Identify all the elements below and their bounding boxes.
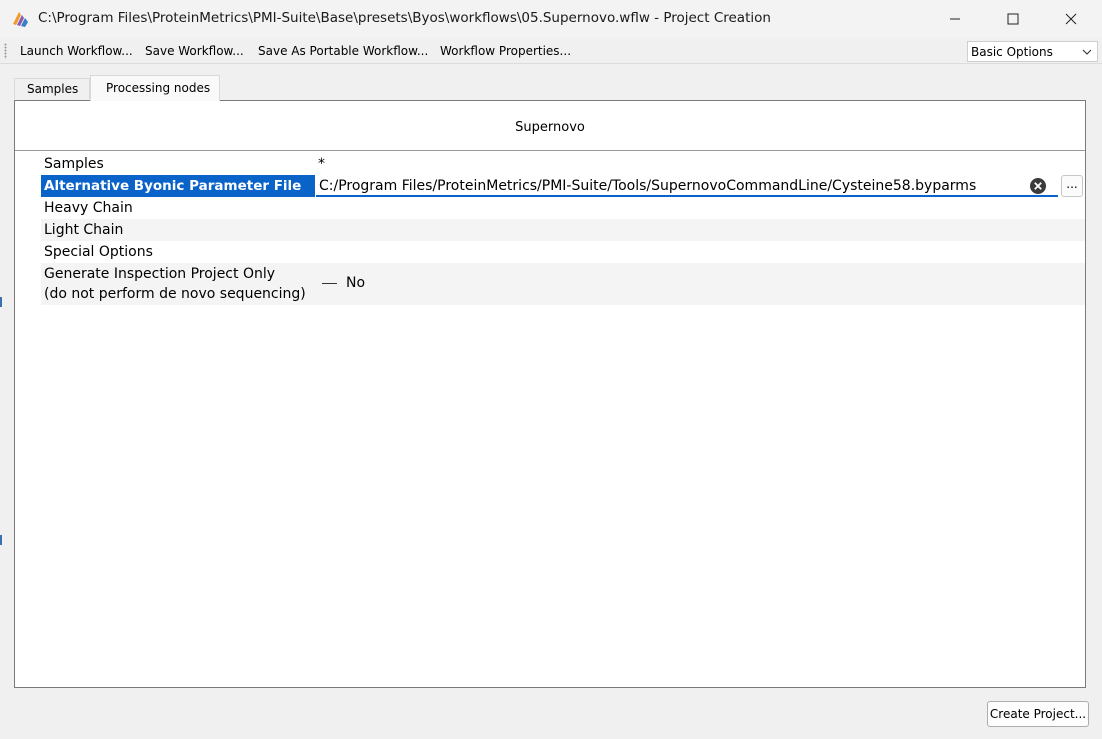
window-title: C:\Program Files\ProteinMetrics\PMI-Suit… xyxy=(38,10,771,26)
close-icon xyxy=(1065,13,1077,25)
parameter-file-input[interactable]: C:/Program Files/ProteinMetrics/PMI-Suit… xyxy=(316,175,1058,197)
tab-samples[interactable]: Samples xyxy=(14,78,90,99)
app-icon xyxy=(13,12,28,27)
property-value: * xyxy=(318,156,325,172)
edge-marker xyxy=(0,297,2,307)
property-value: No xyxy=(346,275,366,291)
toolbar-grip[interactable] xyxy=(4,43,7,59)
node-title: Supernovo xyxy=(515,120,585,135)
property-row-heavy-chain[interactable]: Heavy Chain xyxy=(41,197,1085,219)
tab-processing-nodes[interactable]: Processing nodes xyxy=(90,75,220,101)
property-label: Light Chain xyxy=(44,222,124,238)
property-label: Heavy Chain xyxy=(44,200,133,216)
property-row-inspection-only[interactable]: Generate Inspection Project Only (do not… xyxy=(41,263,1085,305)
parameter-file-path: C:/Program Files/ProteinMetrics/PMI-Suit… xyxy=(319,178,977,194)
workflow-properties-button[interactable]: Workflow Properties... xyxy=(440,44,571,58)
property-label: Special Options xyxy=(44,244,153,260)
save-workflow-button[interactable]: Save Workflow... xyxy=(145,44,244,58)
maximize-icon xyxy=(1007,13,1019,25)
property-label-line1: Generate Inspection Project Only xyxy=(44,266,276,282)
minimize-icon xyxy=(950,18,960,20)
property-row-byonic-parameter-file[interactable]: Alternative Byonic Parameter File C:/Pro… xyxy=(41,175,1085,197)
property-row-samples[interactable]: Samples * xyxy=(41,153,1085,175)
clear-icon[interactable] xyxy=(1029,177,1047,195)
chevron-down-icon xyxy=(1082,49,1092,55)
options-combo-value: Basic Options xyxy=(971,45,1053,59)
dash-icon xyxy=(322,283,337,284)
processing-nodes-panel: Supernovo Samples * Alternative Byonic P… xyxy=(14,100,1086,688)
property-row-light-chain[interactable]: Light Chain xyxy=(41,219,1085,241)
property-label: Samples xyxy=(44,156,104,172)
property-row-special-options[interactable]: Special Options xyxy=(41,241,1085,263)
title-bar: C:\Program Files\ProteinMetrics\PMI-Suit… xyxy=(0,0,1102,38)
toolbar: Launch Workflow... Save Workflow... Save… xyxy=(0,38,1102,64)
create-project-button[interactable]: Create Project... xyxy=(987,701,1089,727)
edge-marker xyxy=(0,535,2,545)
minimize-button[interactable] xyxy=(926,0,984,38)
close-button[interactable] xyxy=(1042,0,1100,38)
property-label-line2: (do not perform de novo sequencing) xyxy=(44,286,306,302)
maximize-button[interactable] xyxy=(984,0,1042,38)
save-portable-workflow-button[interactable]: Save As Portable Workflow... xyxy=(258,44,428,58)
launch-workflow-button[interactable]: Launch Workflow... xyxy=(20,44,133,58)
property-label: Alternative Byonic Parameter File xyxy=(44,178,302,194)
options-combo[interactable]: Basic Options xyxy=(967,41,1098,62)
property-label: Generate Inspection Project Only (do not… xyxy=(44,264,306,304)
panel-header: Supernovo xyxy=(15,101,1085,151)
browse-button[interactable]: ... xyxy=(1061,175,1083,197)
